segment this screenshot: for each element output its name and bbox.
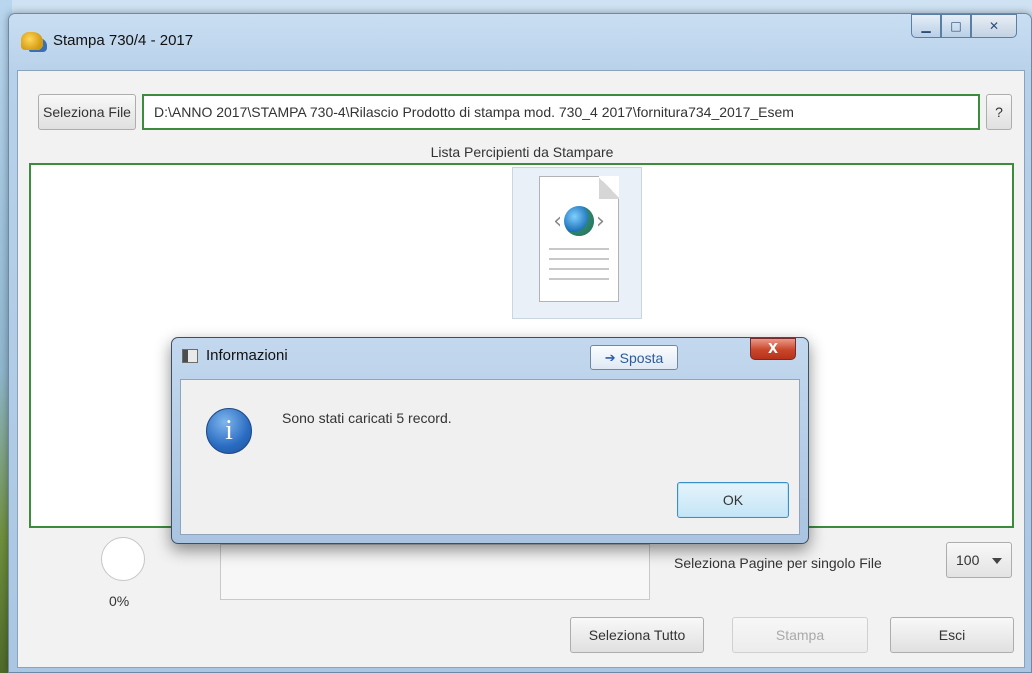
pages-per-file-label: Seleziona Pagine per singolo File [674, 555, 882, 571]
document-web-icon: ‹ › [512, 167, 642, 319]
pages-per-file-select[interactable]: 100 [946, 542, 1012, 578]
help-button[interactable]: ? [986, 94, 1012, 130]
close-icon: X [767, 341, 779, 357]
list-label: Lista Percipienti da Stampare [430, 144, 614, 160]
document-fold [599, 176, 619, 199]
document-line [549, 258, 609, 260]
dialog-message: Sono stati caricati 5 record. [282, 410, 452, 426]
document-line [549, 268, 609, 270]
select-file-button[interactable]: Seleziona File [38, 94, 136, 130]
info-dialog: Informazioni ➔ Sposta X i Sono stati car… [171, 337, 809, 544]
info-icon: i [206, 408, 252, 454]
close-button[interactable]: ✕ [971, 14, 1017, 38]
progress-indicator [101, 537, 145, 581]
move-button-label: Sposta [619, 349, 664, 366]
move-button[interactable]: ➔ Sposta [590, 345, 678, 370]
dialog-close-button[interactable]: X [750, 338, 796, 360]
dialog-window-icon [182, 349, 198, 363]
exit-button[interactable]: Esci [890, 617, 1014, 653]
minimize-icon: ▁ [921, 19, 931, 33]
window-caption-buttons: ▁ □ ✕ [911, 14, 1017, 40]
dialog-body: i Sono stati caricati 5 record. OK [180, 379, 800, 535]
progress-log [220, 544, 650, 600]
globe-icon: ‹ › [545, 206, 613, 236]
pages-per-file-value: 100 [956, 552, 980, 568]
app-icon [21, 32, 43, 50]
chevron-down-icon [992, 558, 1002, 564]
ok-button[interactable]: OK [677, 482, 789, 518]
close-icon: ✕ [988, 19, 1000, 33]
maximize-button[interactable]: □ [941, 14, 971, 38]
document-line [549, 278, 609, 280]
dialog-title: Informazioni [206, 347, 288, 364]
select-all-button[interactable]: Seleziona Tutto [570, 617, 704, 653]
window-titlebar[interactable]: Stampa 730/4 - 2017 ▁ □ ✕ [9, 14, 1031, 72]
file-path-field[interactable]: D:\ANNO 2017\STAMPA 730-4\Rilascio Prodo… [142, 94, 980, 130]
document-line [549, 248, 609, 250]
arrow-right-icon: ➔ [604, 349, 616, 365]
maximize-icon: □ [950, 19, 962, 33]
progress-percent: 0% [109, 593, 130, 609]
minimize-button[interactable]: ▁ [911, 14, 941, 38]
print-button[interactable]: Stampa [732, 617, 868, 653]
window-title: Stampa 730/4 - 2017 [53, 32, 194, 49]
